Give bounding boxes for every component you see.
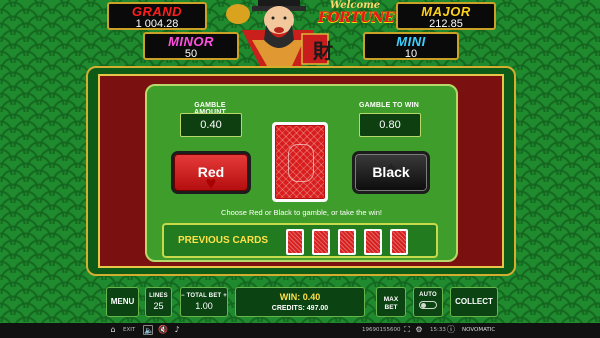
home-icon[interactable]: ⌂ [108,325,118,335]
jackpot-major: MAJOR 212.85 [396,2,496,30]
previous-card [390,229,408,255]
toggle-switch-icon [419,301,437,309]
gamble-to-win-value: 0.80 [359,113,421,137]
gamble-amount-value: 0.40 [180,113,242,137]
black-button-label: Black [372,164,410,180]
previous-card [312,229,330,255]
lines-label: LINES [149,293,168,299]
jackpot-mini-value: 10 [404,48,418,60]
face-down-card [272,122,328,202]
gamble-to-win-label: GAMBLE TO WIN [358,102,420,109]
autoplay-label: AUTO [419,292,437,298]
game-logo: Welcome FORTUNE [318,0,395,30]
total-bet-label: TOTAL BET [186,293,222,299]
black-button[interactable]: ♠ Black [352,151,430,194]
max-bet-line-1: MAX [383,296,399,303]
fortune-glyph: 財 [313,39,333,63]
menu-button[interactable]: MENU [106,287,139,317]
autoplay-toggle[interactable]: AUTO [413,287,443,317]
bet-increase-button[interactable]: + [223,293,227,299]
logo-line-2: FORTUNE [318,10,395,26]
jackpot-major-value: 212.85 [429,18,463,30]
card-back-pattern [275,125,325,199]
previous-cards-panel: PREVIOUS CARDS [162,223,438,258]
session-id: 19690155600 [362,327,401,333]
gamble-hint: Choose Red or Black to gamble, or take t… [221,208,382,217]
jackpot-major-label: MAJOR [421,4,471,19]
music-icon[interactable]: ♪ [172,325,182,335]
total-bet-value: 1.00 [195,301,213,311]
speaker-icon[interactable]: 🔈 [143,325,154,335]
collect-button[interactable]: COLLECT [450,287,498,317]
previous-card [338,229,356,255]
jackpot-mini: MINI 10 [363,32,459,60]
previous-cards-label: PREVIOUS CARDS [178,235,269,246]
exit-link[interactable]: EXIT [123,327,135,333]
settings-icon[interactable]: ⚙ [414,325,424,335]
jackpot-grand-value: 1 004.28 [135,18,179,30]
bet-decrease-button[interactable]: − [181,293,185,299]
fullscreen-icon[interactable]: ⛶ [402,325,412,335]
win-amount: WIN: 0.40 [279,292,321,302]
jackpot-grand-label: GRAND [131,4,183,19]
max-bet-button[interactable]: MAX BET [376,287,406,317]
lines-display[interactable]: LINES 25 [145,287,172,317]
status-bar: ⌂ EXIT 🔈 🔇 ♪ 19690155600 ⛶ ⚙ 15:33 ⓘ NOV… [0,323,600,338]
info-icon[interactable]: ⓘ [446,325,456,335]
jackpot-grand: GRAND 1 004.28 [107,2,207,30]
previous-card [364,229,382,255]
credits-amount: CREDITS: 497.00 [271,305,329,312]
clock: 15:33 [430,327,446,333]
win-credits-display: WIN: 0.40 CREDITS: 497.00 [235,287,365,317]
red-button-label: Red [197,164,225,180]
jackpot-mini-label: MINI [396,34,426,49]
brand-logo: NOVOMATIC [462,327,496,333]
lines-value: 25 [153,301,164,311]
max-bet-line-2: BET [384,304,398,311]
sound-mute-icon[interactable]: 🔇 [158,325,168,335]
red-button[interactable]: Red ♥ [171,151,251,194]
total-bet-control: − TOTAL BET + 1.00 [180,287,228,317]
previous-card [286,229,304,255]
